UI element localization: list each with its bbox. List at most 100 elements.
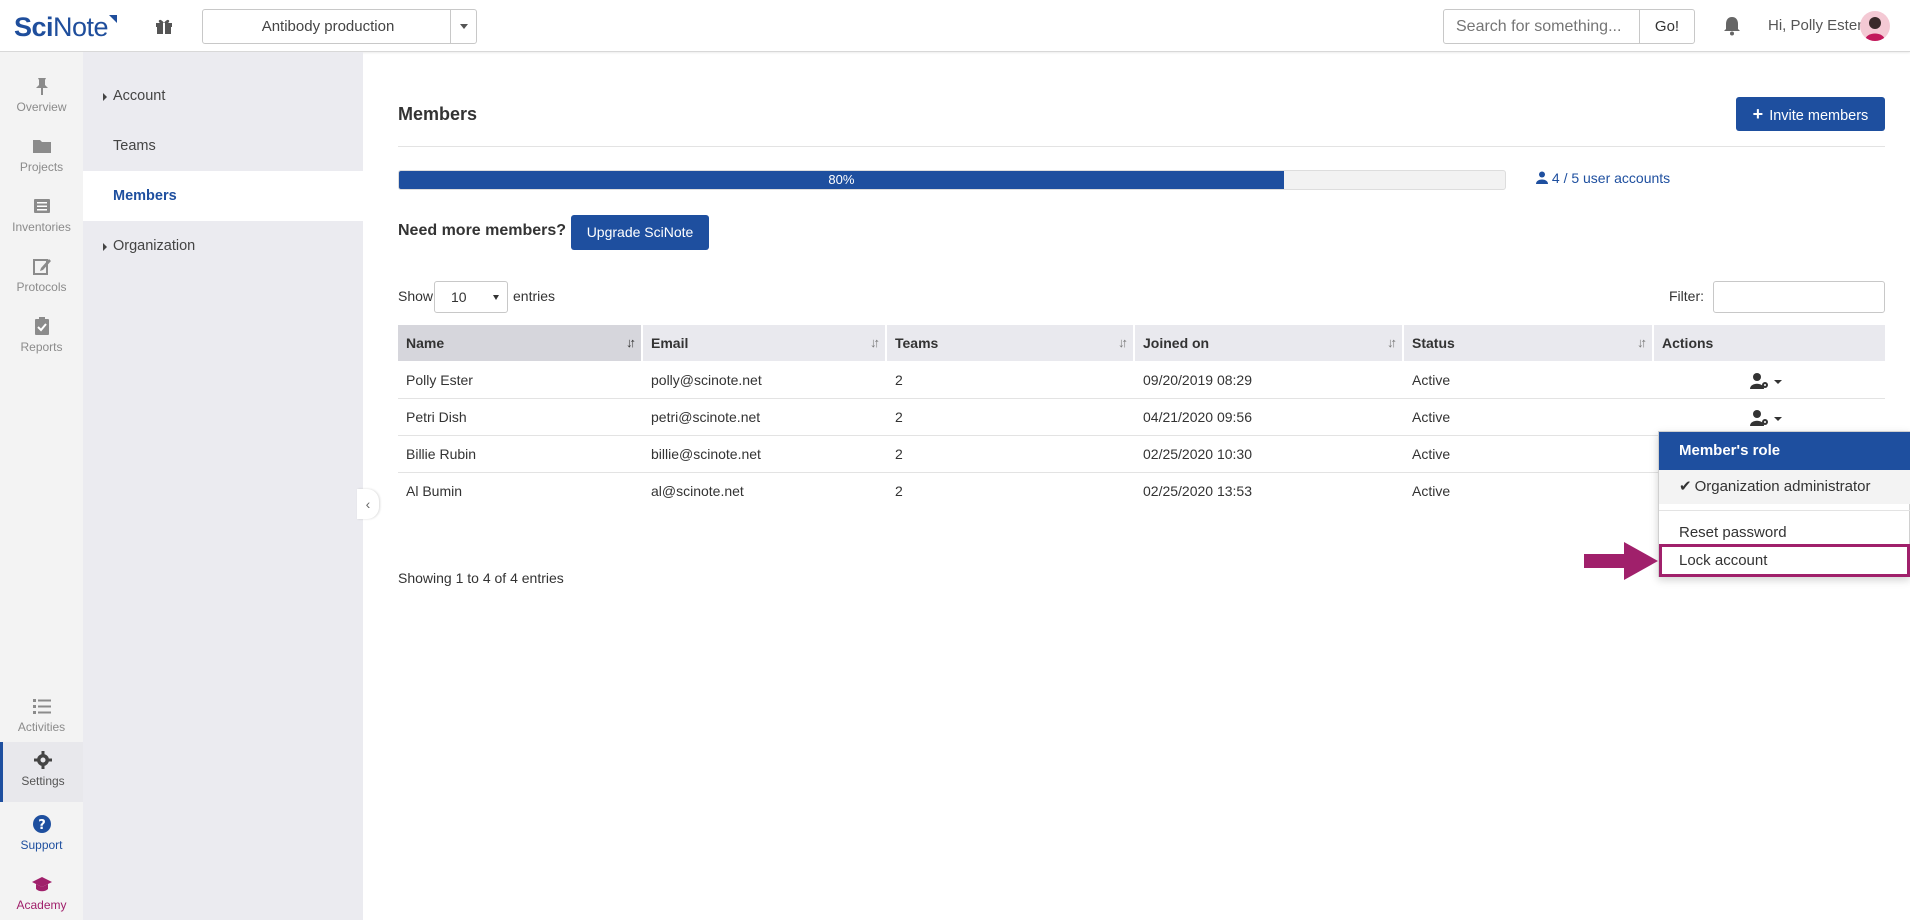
filter-label: Filter: bbox=[1669, 288, 1704, 304]
team-selector-value: Antibody production bbox=[261, 18, 395, 35]
upgrade-scinote-button[interactable]: Upgrade SciNote bbox=[571, 215, 709, 250]
user-accounts-link[interactable]: 4 / 5 user accounts bbox=[1536, 170, 1670, 186]
user-actions-icon[interactable] bbox=[1750, 409, 1784, 427]
page-title: Members bbox=[398, 104, 478, 124]
cell-email: billie@scinote.net bbox=[651, 446, 761, 462]
search-input[interactable] bbox=[1443, 9, 1640, 44]
cell-name: Billie Rubin bbox=[406, 446, 477, 462]
column-joined[interactable]: Joined on ↓↑ bbox=[1135, 325, 1404, 361]
column-name[interactable]: Name ↓↑ bbox=[398, 325, 643, 361]
filter-input[interactable] bbox=[1713, 281, 1885, 313]
subnav-members-label: Members bbox=[113, 188, 177, 204]
cell-name: Polly Ester bbox=[406, 372, 473, 388]
nav-activities-label: Activities bbox=[17, 720, 66, 734]
role-option-label: Organization administrator bbox=[1694, 478, 1871, 495]
show-label: Show bbox=[398, 288, 434, 304]
user-avatar-icon bbox=[1865, 17, 1885, 41]
subnav-account[interactable]: Account bbox=[83, 71, 363, 121]
column-name-label: Name bbox=[406, 335, 445, 351]
user-accounts-text: 4 / 5 user accounts bbox=[1551, 170, 1671, 186]
column-status[interactable]: Status ↓↑ bbox=[1404, 325, 1654, 361]
logo-mark-icon bbox=[109, 15, 118, 23]
subnav-organization-label: Organization bbox=[113, 238, 196, 254]
nav-inventories-label: Inventories bbox=[12, 220, 71, 234]
plus-icon: + bbox=[1752, 104, 1764, 124]
cell-joined: 02/25/2020 10:30 bbox=[1143, 446, 1252, 462]
user-icon bbox=[1536, 171, 1548, 184]
cell-email: petri@scinote.net bbox=[651, 409, 761, 425]
subnav-teams[interactable]: Teams bbox=[83, 121, 363, 171]
nav-support[interactable]: ? Support bbox=[0, 806, 83, 864]
bell-icon[interactable] bbox=[1723, 16, 1741, 36]
column-actions-label: Actions bbox=[1662, 335, 1714, 351]
search-go-button[interactable]: Go! bbox=[1639, 9, 1695, 44]
dropdown-divider bbox=[1659, 510, 1910, 511]
cell-status: Active bbox=[1412, 409, 1451, 425]
nav-overview[interactable]: Overview bbox=[0, 68, 83, 126]
role-option-org-admin[interactable]: ✔ Organization administrator bbox=[1659, 470, 1910, 504]
entries-label: entries bbox=[513, 288, 556, 304]
nav-settings-label: Settings bbox=[21, 774, 65, 788]
table-row: Polly Ester polly@scinote.net 2 09/20/20… bbox=[398, 362, 1885, 399]
column-email[interactable]: Email ↓↑ bbox=[643, 325, 887, 361]
cell-name: Petri Dish bbox=[406, 409, 467, 425]
nav-inventories[interactable]: Inventories bbox=[0, 188, 83, 246]
divider bbox=[398, 146, 1885, 147]
avatar[interactable] bbox=[1860, 11, 1890, 41]
gift-icon[interactable] bbox=[154, 16, 174, 36]
lock-account-highlight bbox=[1659, 544, 1910, 577]
question-circle-icon: ? bbox=[32, 815, 51, 833]
need-more-members-text: Need more members? bbox=[398, 222, 567, 239]
cell-status: Active bbox=[1412, 372, 1451, 388]
nav-academy[interactable]: Academy bbox=[0, 866, 83, 920]
team-selector[interactable]: Antibody production bbox=[202, 9, 477, 44]
cell-joined: 02/25/2020 13:53 bbox=[1143, 483, 1252, 499]
progress-fill: 80% bbox=[399, 171, 1284, 189]
gear-icon bbox=[34, 751, 52, 769]
table-header: Name ↓↑ Email ↓↑ Teams ↓↑ Joined on ↓↑ Statu… bbox=[398, 325, 1885, 361]
cell-teams: 2 bbox=[895, 483, 903, 499]
subnav-organization[interactable]: Organization bbox=[83, 221, 363, 271]
nav-protocols[interactable]: Protocols bbox=[0, 248, 83, 306]
entries-per-page-select[interactable]: 10 bbox=[434, 281, 508, 313]
logo-bold-text: Sci bbox=[14, 12, 54, 42]
nav-projects[interactable]: Projects bbox=[0, 128, 83, 186]
user-greeting[interactable]: Hi, Polly Ester bbox=[1768, 17, 1862, 34]
subnav-members[interactable]: Members bbox=[83, 171, 363, 221]
nav-projects-label: Projects bbox=[19, 160, 64, 174]
settings-subnav: Account Teams Members Organization bbox=[83, 52, 363, 920]
dropdown-header: Member's role bbox=[1659, 432, 1910, 470]
sort-icon: ↓↑ bbox=[1637, 335, 1647, 350]
cell-name: Al Bumin bbox=[406, 483, 463, 499]
cell-teams: 2 bbox=[895, 409, 903, 425]
nav-activities[interactable]: Activities bbox=[0, 688, 83, 746]
cell-email: polly@scinote.net bbox=[651, 372, 762, 388]
check-icon: ✔ bbox=[1679, 478, 1692, 495]
column-teams[interactable]: Teams ↓↑ bbox=[887, 325, 1135, 361]
nav-protocols-label: Protocols bbox=[16, 280, 67, 294]
cell-email: al@scinote.net bbox=[651, 483, 744, 499]
reset-password-item[interactable]: Reset password bbox=[1659, 519, 1910, 547]
arrow-right-icon bbox=[1584, 542, 1658, 580]
caret-right-icon bbox=[103, 243, 107, 251]
main-nav-rail: Overview Projects Inventories Protocols … bbox=[0, 52, 83, 920]
graduation-cap-icon bbox=[31, 877, 52, 892]
nav-reports[interactable]: Reports bbox=[0, 308, 83, 366]
subnav-account-label: Account bbox=[113, 88, 166, 104]
collapse-sidebar-button[interactable]: ‹ bbox=[357, 489, 379, 519]
chevron-down-icon[interactable] bbox=[450, 10, 476, 43]
svg-text:?: ? bbox=[38, 818, 46, 833]
caret-right-icon bbox=[103, 93, 107, 101]
clipboard-check-icon bbox=[34, 317, 49, 335]
invite-members-button[interactable]: + Invite members bbox=[1736, 97, 1885, 131]
cell-status: Active bbox=[1412, 446, 1451, 462]
nav-settings[interactable]: Settings bbox=[0, 742, 83, 802]
scinote-logo[interactable]: SciNote bbox=[14, 12, 118, 43]
table-info: Showing 1 to 4 of 4 entries bbox=[398, 570, 564, 586]
column-status-label: Status bbox=[1412, 335, 1455, 351]
cell-status: Active bbox=[1412, 483, 1451, 499]
user-actions-icon[interactable] bbox=[1750, 372, 1784, 390]
nav-reports-label: Reports bbox=[20, 340, 63, 354]
cell-joined: 04/21/2020 09:56 bbox=[1143, 409, 1252, 425]
subnav-teams-label: Teams bbox=[113, 138, 156, 154]
